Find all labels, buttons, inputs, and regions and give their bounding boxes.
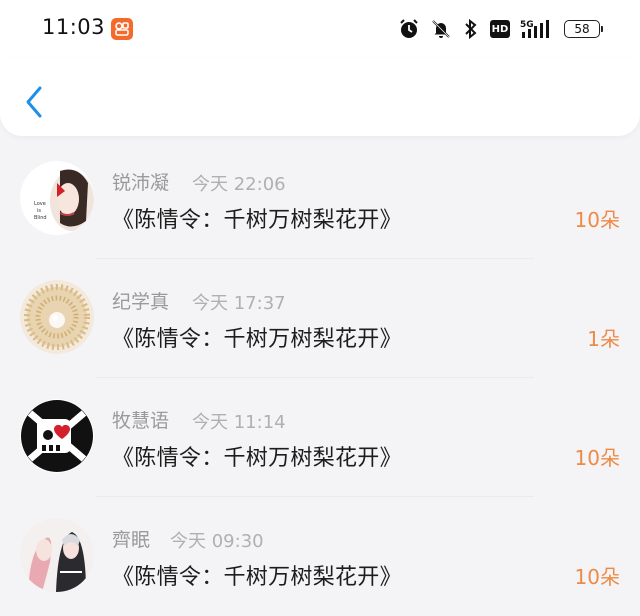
battery-indicator: 58 <box>564 20 603 38</box>
gift-amount: 10朵 <box>574 208 620 232</box>
mute-bell-icon <box>430 18 452 40</box>
gift-list: Love is Blind 锐沛凝 今天 22:06 《陈情令：千树万树梨花开》… <box>0 140 640 616</box>
list-item[interactable]: 纪学真 今天 17:37 《陈情令：千树万树梨花开》 1朵 <box>0 259 640 378</box>
sender-name: 齊眠 <box>112 529 151 551</box>
gift-amount: 10朵 <box>574 446 620 470</box>
app-notification-icon <box>111 18 133 40</box>
hd-icon: HD <box>490 20 510 38</box>
svg-text:5G: 5G <box>520 20 534 30</box>
gift-time: 今天 09:30 <box>170 531 264 552</box>
gift-time: 今天 11:14 <box>192 412 286 433</box>
status-bar: 11:03 HD 5G 58 <box>0 0 640 58</box>
nav-bar <box>0 58 640 136</box>
status-time: 11:03 <box>42 15 106 39</box>
work-title: 《陈情令：千树万树梨花开》 <box>112 327 402 352</box>
back-button[interactable] <box>18 82 50 122</box>
avatar <box>20 399 94 473</box>
gift-amount: 1朵 <box>587 327 620 351</box>
gift-amount: 10朵 <box>574 565 620 589</box>
avatar: Love is Blind <box>20 161 94 235</box>
chevron-left-icon <box>26 86 42 118</box>
bluetooth-icon <box>462 18 480 40</box>
svg-text:Blind: Blind <box>34 215 47 221</box>
work-title: 《陈情令：千树万树梨花开》 <box>112 446 402 471</box>
sender-name: 牧慧语 <box>112 410 170 432</box>
sender-name: 锐沛凝 <box>112 172 170 194</box>
list-item[interactable]: 齊眠 今天 09:30 《陈情令：千树万树梨花开》 10朵 <box>0 497 640 616</box>
avatar <box>20 518 94 592</box>
alarm-icon <box>398 18 420 40</box>
gift-time: 今天 17:37 <box>192 293 286 314</box>
work-title: 《陈情令：千树万树梨花开》 <box>112 565 402 590</box>
status-icons: HD 5G 58 <box>398 16 603 42</box>
avatar <box>20 280 94 354</box>
svg-text:is: is <box>37 208 41 214</box>
list-item[interactable]: Love is Blind 锐沛凝 今天 22:06 《陈情令：千树万树梨花开》… <box>0 140 640 259</box>
signal-5g-icon: 5G <box>520 18 554 40</box>
sender-name: 纪学真 <box>112 291 170 313</box>
gift-time: 今天 22:06 <box>192 174 286 195</box>
svg-text:Love: Love <box>34 201 46 207</box>
list-item[interactable]: 牧慧语 今天 11:14 《陈情令：千树万树梨花开》 10朵 <box>0 378 640 497</box>
work-title: 《陈情令：千树万树梨花开》 <box>112 208 402 233</box>
